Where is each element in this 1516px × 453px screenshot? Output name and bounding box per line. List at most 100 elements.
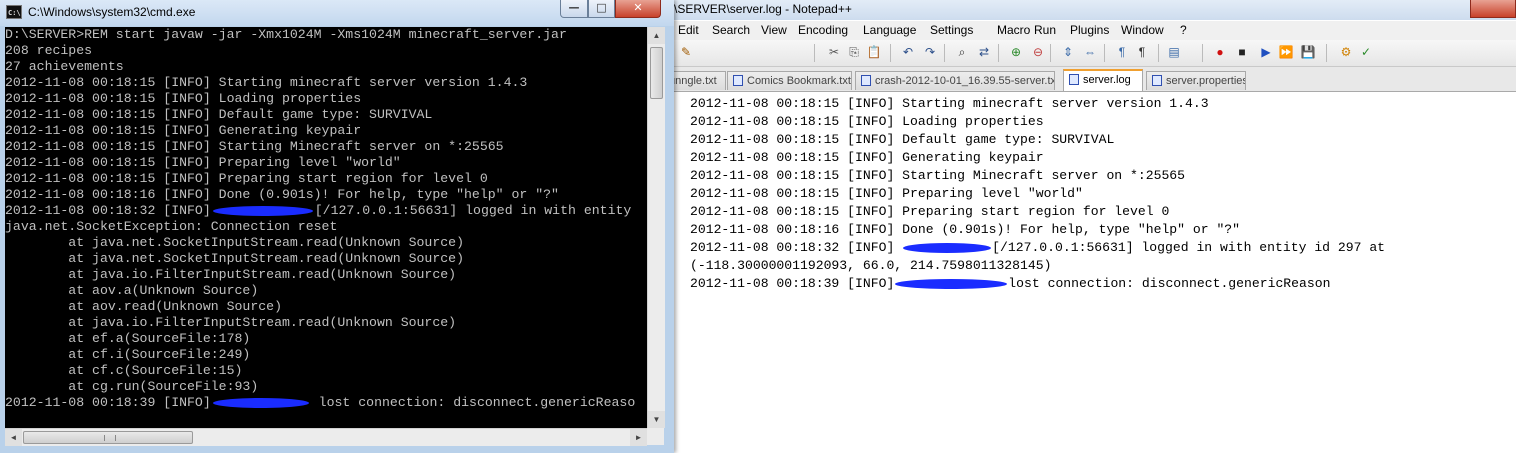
menu-bar: Edit Search View Encoding Language Settings Ma… (674, 21, 1516, 40)
tab-comics-bookmark-txt[interactable]: Comics Bookmark.txt (727, 71, 852, 90)
console-line: at cg.run(SourceFile:93) (5, 379, 647, 395)
file-icon (1152, 75, 1162, 86)
all-chars-icon[interactable]: ¶ (1134, 44, 1150, 60)
tab-label: Comics Bookmark.txt (747, 75, 851, 87)
cut-icon[interactable]: ✂ (826, 44, 842, 60)
copy-icon[interactable]: ⎘ (846, 44, 862, 60)
horizontal-scroll-thumb[interactable] (23, 431, 193, 444)
notepad-titlebar[interactable]: \SERVER\server.log - Notepad++ (674, 0, 1516, 20)
console-line-text: 208 recipes (5, 43, 93, 58)
editor-line: 2012-11-08 00:18:15 [INFO] Starting mine… (690, 95, 1209, 113)
file-icon (861, 75, 871, 86)
console-line-text: at cf.c(SourceFile:15) (5, 363, 243, 378)
edit-icon[interactable]: ✎ (678, 44, 694, 60)
play-multi-icon[interactable]: ⏩ (1278, 44, 1294, 60)
editor-line-text: 2012-11-08 00:18:15 [INFO] Loading prope… (690, 114, 1044, 129)
tab-server-properties[interactable]: server.properties (1146, 71, 1246, 90)
close-button[interactable]: ✕ (615, 0, 661, 18)
scroll-left-icon[interactable]: ◄ (5, 429, 22, 446)
notepad-window: \SERVER\server.log - Notepad++ Edit Searc… (668, 0, 1516, 453)
editor-line: 2012-11-08 00:18:15 [INFO] Starting Mine… (690, 167, 1185, 185)
console-line: 2012-11-08 00:18:15 [INFO] Default game … (5, 107, 647, 123)
toolbar-separator (1158, 44, 1159, 62)
play-icon[interactable]: ▶ (1258, 44, 1274, 60)
menu-window[interactable]: Window (1121, 23, 1164, 37)
file-icon (1069, 74, 1079, 85)
cmd-app-icon[interactable]: C:\ (6, 5, 22, 19)
notepad-close-button[interactable] (1470, 0, 1516, 18)
scroll-right-icon[interactable]: ► (630, 429, 647, 446)
cmd-window-title: C:\Windows\system32\cmd.exe (28, 5, 196, 19)
editor-line-text: 2012-11-08 00:18:39 [INFO] (690, 276, 895, 291)
sync-v-icon[interactable]: ⇕ (1060, 44, 1076, 60)
toolbar-separator (1202, 44, 1203, 62)
console-line-text: at java.net.SocketInputStream.read(Unkno… (5, 235, 464, 250)
maximize-button[interactable]: □ (588, 0, 615, 18)
editor-line-text: 2012-11-08 00:18:15 [INFO] Preparing lev… (690, 186, 1083, 201)
console-line-text: 2012-11-08 00:18:39 [INFO] (5, 395, 211, 410)
tab-server-log[interactable]: server.log (1063, 69, 1143, 91)
console-line-text: 27 achievements (5, 59, 124, 74)
console-line-text: 2012-11-08 00:18:15 [INFO] Preparing sta… (5, 171, 488, 186)
editor-line-text: 2012-11-08 00:18:15 [INFO] Starting Mine… (690, 168, 1186, 183)
redacted-username (903, 242, 992, 253)
run-icon[interactable]: ⚙ (1338, 44, 1354, 60)
cmd-titlebar[interactable]: C:\ C:\Windows\system32\cmd.exe — □ ✕ (0, 0, 674, 26)
scroll-up-icon[interactable]: ▲ (648, 27, 665, 44)
horizontal-scrollbar[interactable]: ◄ ► (5, 428, 647, 446)
save-macro-icon[interactable]: 💾 (1300, 44, 1316, 60)
menu-language[interactable]: Language (863, 23, 916, 37)
size-grip[interactable] (647, 428, 664, 445)
stop-icon[interactable]: ■ (1234, 44, 1250, 60)
indent-guide-icon[interactable]: ▤ (1166, 44, 1182, 60)
console-line: java.net.SocketException: Connection res… (5, 219, 647, 235)
undo-icon[interactable]: ↶ (900, 44, 916, 60)
menu-settings[interactable]: Settings (930, 23, 973, 37)
editor-line: 2012-11-08 00:18:16 [INFO] Done (0.901s)… (690, 221, 1240, 239)
replace-icon[interactable]: ⇄ (976, 44, 992, 60)
console-line-text: at aov.read(Unknown Source) (5, 299, 282, 314)
menu-view[interactable]: View (761, 23, 787, 37)
redo-icon[interactable]: ↷ (922, 44, 938, 60)
menu-plugins[interactable]: Plugins (1070, 23, 1109, 37)
menu-edit[interactable]: Edit (678, 23, 699, 37)
menu-macro[interactable]: Macro (997, 23, 1030, 37)
console-output[interactable]: D:\SERVER>REM start javaw -jar -Xmx1024M… (5, 27, 647, 445)
tab-crash-2012-10-01-16-39-55-server-txt[interactable]: crash-2012-10-01_16.39.55-server.txt (855, 71, 1055, 90)
tab-label: unngle.txt (669, 75, 717, 87)
record-icon[interactable]: ● (1212, 44, 1228, 60)
console-line-text: at cg.run(SourceFile:93) (5, 379, 259, 394)
editor-line-text: 2012-11-08 00:18:15 [INFO] Generating ke… (690, 150, 1044, 165)
toolbar-separator (890, 44, 891, 62)
find-icon[interactable]: ⌕ (954, 44, 970, 60)
tab-unngle-txt[interactable]: unngle.txt (668, 71, 726, 90)
console-line: at java.io.FilterInputStream.read(Unknow… (5, 267, 647, 283)
paste-icon[interactable]: 📋 (866, 44, 882, 60)
menu-help[interactable]: ? (1180, 23, 1187, 37)
spellcheck-icon[interactable]: ✓ (1358, 44, 1374, 60)
console-line-text: 2012-11-08 00:18:15 [INFO] Preparing lev… (5, 155, 401, 170)
scroll-down-icon[interactable]: ▼ (648, 411, 665, 428)
console-line: 27 achievements (5, 59, 647, 75)
console-line: at java.net.SocketInputStream.read(Unkno… (5, 235, 647, 251)
editor-area[interactable]: 2012-11-08 00:18:15 [INFO] Starting mine… (674, 92, 1516, 453)
toolbar-separator (1104, 44, 1105, 62)
console-line-text: 2012-11-08 00:18:15 [INFO] Starting mine… (5, 75, 528, 90)
zoom-out-icon[interactable]: ⊖ (1030, 44, 1046, 60)
wrap-icon[interactable]: ¶ (1114, 44, 1130, 60)
console-line-text: at java.io.FilterInputStream.read(Unknow… (5, 267, 457, 282)
editor-line: 2012-11-08 00:18:15 [INFO] Preparing lev… (690, 185, 1083, 203)
minimize-button[interactable]: — (560, 0, 588, 18)
zoom-in-icon[interactable]: ⊕ (1008, 44, 1024, 60)
sync-h-icon[interactable]: ⇔ (1082, 44, 1098, 60)
menu-run[interactable]: Run (1034, 23, 1056, 37)
menu-search[interactable]: Search (712, 23, 750, 37)
vertical-scroll-thumb[interactable] (650, 47, 663, 99)
console-line-text: 2012-11-08 00:18:15 [INFO] Default game … (5, 107, 433, 122)
vertical-scrollbar[interactable]: ▲ ▼ (647, 27, 665, 428)
console-line: at aov.read(Unknown Source) (5, 299, 647, 315)
menu-encoding[interactable]: Encoding (798, 23, 848, 37)
redacted-username (212, 205, 313, 216)
console-line: at java.net.SocketInputStream.read(Unkno… (5, 251, 647, 267)
console-line: at ef.a(SourceFile:178) (5, 331, 647, 347)
